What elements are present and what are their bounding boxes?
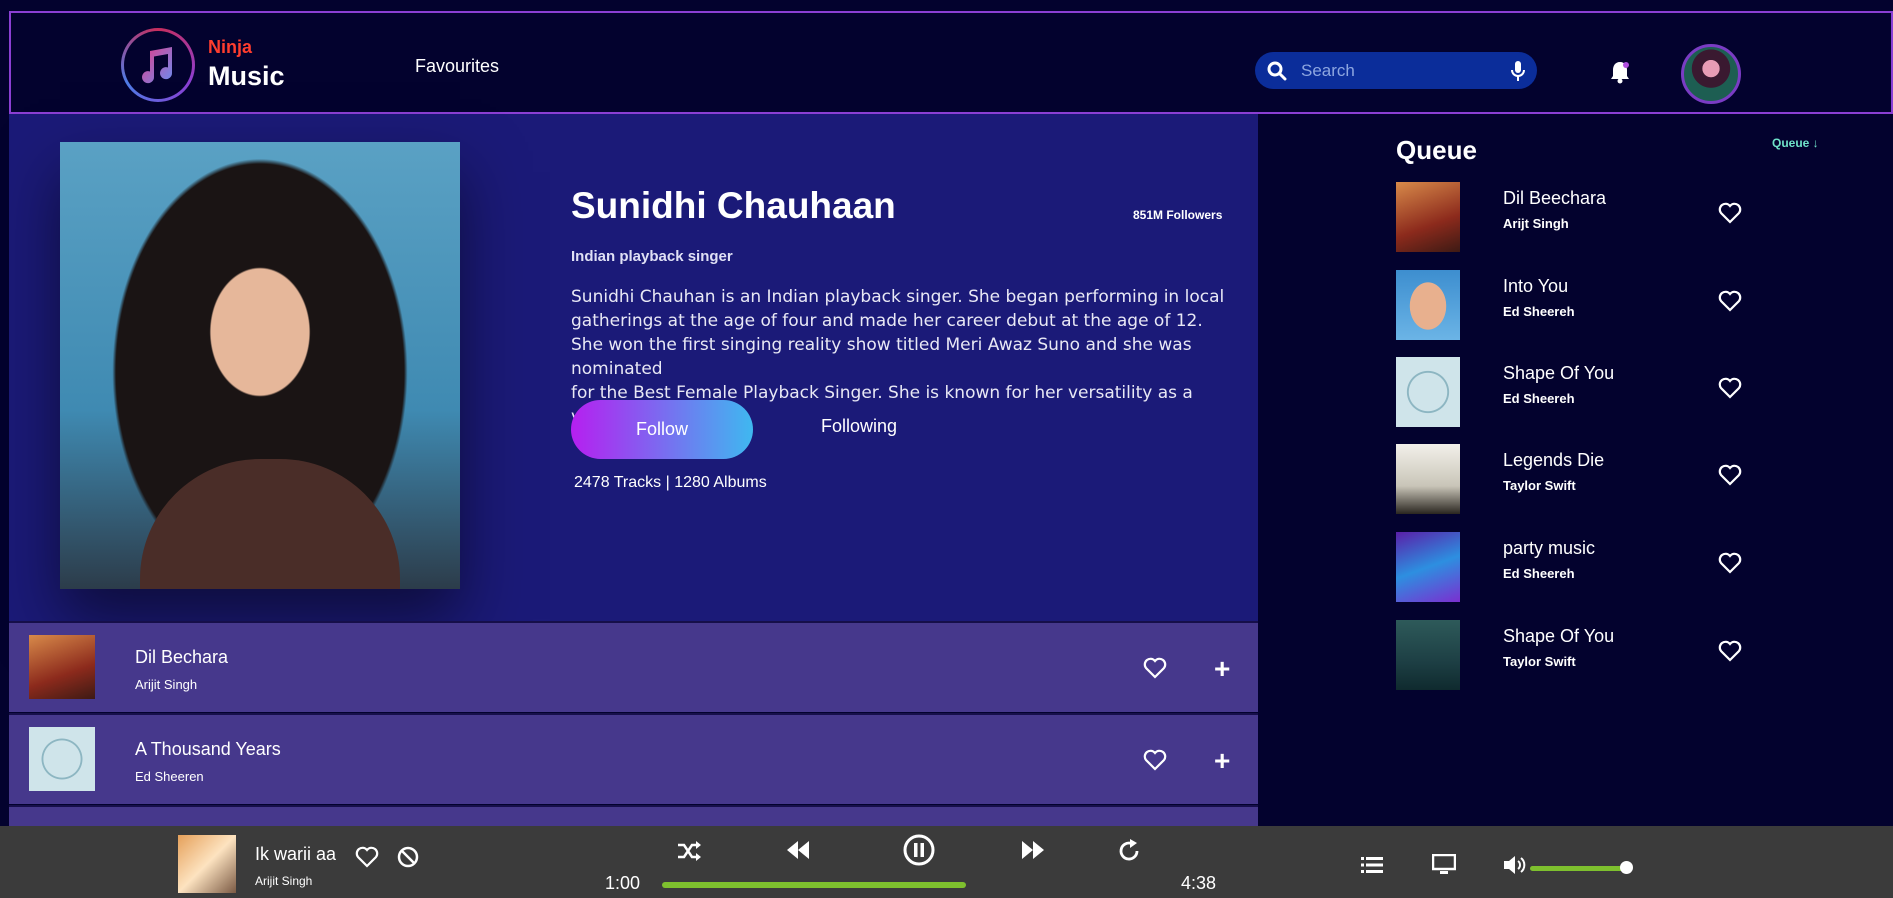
user-avatar[interactable] bbox=[1681, 44, 1741, 104]
heart-icon[interactable] bbox=[1718, 552, 1742, 574]
heart-icon[interactable] bbox=[1143, 749, 1167, 771]
track-row[interactable] bbox=[9, 805, 1258, 826]
queue-sort-link[interactable]: Queue ↓ bbox=[1772, 136, 1819, 150]
track-cover bbox=[29, 635, 95, 699]
queue-item-artist: Taylor Swift bbox=[1503, 478, 1576, 493]
rewind-icon[interactable] bbox=[785, 839, 811, 861]
now-playing-artist: Arijit Singh bbox=[255, 874, 313, 888]
repeat-icon[interactable] bbox=[1117, 839, 1141, 863]
fast-forward-icon[interactable] bbox=[1020, 839, 1046, 861]
track-title: Dil Bechara bbox=[135, 647, 229, 667]
search-input[interactable] bbox=[1301, 60, 1501, 81]
queue-item-title: Into You bbox=[1503, 276, 1569, 296]
queue-title: Queue bbox=[1396, 135, 1477, 165]
queue-cover bbox=[1396, 620, 1460, 690]
heart-icon[interactable] bbox=[355, 846, 379, 868]
artist-role: Indian playback singer bbox=[571, 248, 733, 265]
heart-icon[interactable] bbox=[1718, 290, 1742, 312]
queue-item-title: Legends Die bbox=[1503, 450, 1605, 470]
block-icon[interactable] bbox=[396, 845, 420, 869]
queue-cover bbox=[1396, 357, 1460, 427]
shuffle-icon[interactable] bbox=[676, 839, 702, 863]
queue-cover bbox=[1396, 182, 1460, 252]
heart-icon[interactable] bbox=[1143, 657, 1167, 679]
volume-slider[interactable] bbox=[1530, 866, 1626, 871]
now-playing-title: Ik warii aa bbox=[255, 844, 337, 864]
queue-item-artist: Ed Sheereh bbox=[1503, 391, 1575, 406]
current-time: 1:00 bbox=[605, 873, 641, 893]
track-artist: Arijit Singh bbox=[135, 677, 198, 692]
add-icon[interactable]: + bbox=[1214, 653, 1230, 685]
followers-count: 851M Followers bbox=[1133, 208, 1223, 222]
queue-item-artist: Ed Sheereh bbox=[1503, 566, 1575, 581]
artist-stats: 2478 Tracks | 1280 Albums bbox=[574, 474, 767, 491]
heart-icon[interactable] bbox=[1718, 640, 1742, 662]
queue-item-artist: Arijt Singh bbox=[1503, 216, 1569, 231]
add-icon[interactable]: + bbox=[1214, 745, 1230, 777]
microphone-icon[interactable] bbox=[1511, 60, 1525, 82]
queue-cover bbox=[1396, 270, 1460, 340]
track-row[interactable]: A Thousand Years Ed Sheeren + bbox=[9, 713, 1258, 804]
track-title: A Thousand Years bbox=[135, 739, 281, 759]
queue-item[interactable]: Shape Of You Taylor Swift bbox=[1396, 620, 1756, 690]
queue-item-artist: Ed Sheereh bbox=[1503, 304, 1575, 319]
queue-list-icon[interactable] bbox=[1361, 856, 1383, 874]
music-note-icon bbox=[142, 47, 173, 84]
heart-icon[interactable] bbox=[1718, 464, 1742, 486]
artist-photo bbox=[60, 142, 460, 589]
brand-name-top: Ninja bbox=[208, 37, 253, 57]
top-header: Ninja Music Favourites bbox=[9, 11, 1893, 114]
now-playing-cover bbox=[178, 835, 236, 893]
heart-icon[interactable] bbox=[1718, 202, 1742, 224]
following-button[interactable]: Following bbox=[821, 416, 897, 437]
player-bar: Ik warii aa Arijit Singh 1:00 4:38 bbox=[0, 826, 1893, 898]
device-icon[interactable] bbox=[1432, 854, 1456, 876]
pause-icon[interactable] bbox=[902, 833, 936, 867]
queue-item-title: Shape Of You bbox=[1503, 626, 1615, 646]
nav-favourites-link[interactable]: Favourites bbox=[415, 56, 499, 77]
queue-item-title: party music bbox=[1503, 538, 1596, 558]
bio-line: Sunidhi Chauhan is an Indian playback si… bbox=[571, 287, 1225, 307]
volume-knob[interactable] bbox=[1620, 861, 1633, 874]
app-logo[interactable] bbox=[121, 28, 195, 102]
queue-item[interactable]: Into You Ed Sheereh bbox=[1396, 270, 1756, 340]
queue-cover bbox=[1396, 532, 1460, 602]
notification-bell-icon[interactable] bbox=[1609, 60, 1631, 84]
queue-item[interactable]: Dil Beechara Arijt Singh bbox=[1396, 182, 1756, 252]
track-artist: Ed Sheeren bbox=[135, 769, 204, 784]
follow-button[interactable]: Follow bbox=[571, 400, 753, 459]
bio-line: gatherings at the age of four and made h… bbox=[571, 311, 1203, 331]
brand-name-bottom: Music bbox=[208, 61, 285, 91]
queue-item[interactable]: Legends Die Taylor Swift bbox=[1396, 444, 1756, 514]
queue-cover bbox=[1396, 444, 1460, 514]
queue-item-title: Dil Beechara bbox=[1503, 188, 1607, 208]
progress-bar[interactable] bbox=[662, 882, 966, 888]
heart-icon[interactable] bbox=[1718, 377, 1742, 399]
volume-icon[interactable] bbox=[1503, 855, 1527, 875]
queue-item-title: Shape Of You bbox=[1503, 363, 1615, 383]
search-bar bbox=[1255, 52, 1537, 89]
track-row[interactable]: Dil Bechara Arijit Singh + bbox=[9, 621, 1258, 712]
total-time: 4:38 bbox=[1181, 873, 1217, 893]
queue-item[interactable]: Shape Of You Ed Sheereh bbox=[1396, 357, 1756, 427]
track-cover bbox=[29, 727, 95, 791]
queue-item-artist: Taylor Swift bbox=[1503, 654, 1576, 669]
bio-line: She won the first singing reality show t… bbox=[571, 335, 1192, 379]
queue-item[interactable]: party music Ed Sheereh bbox=[1396, 532, 1756, 602]
artist-name: Sunidhi Chauhaan bbox=[571, 185, 896, 226]
search-icon[interactable] bbox=[1267, 61, 1287, 81]
